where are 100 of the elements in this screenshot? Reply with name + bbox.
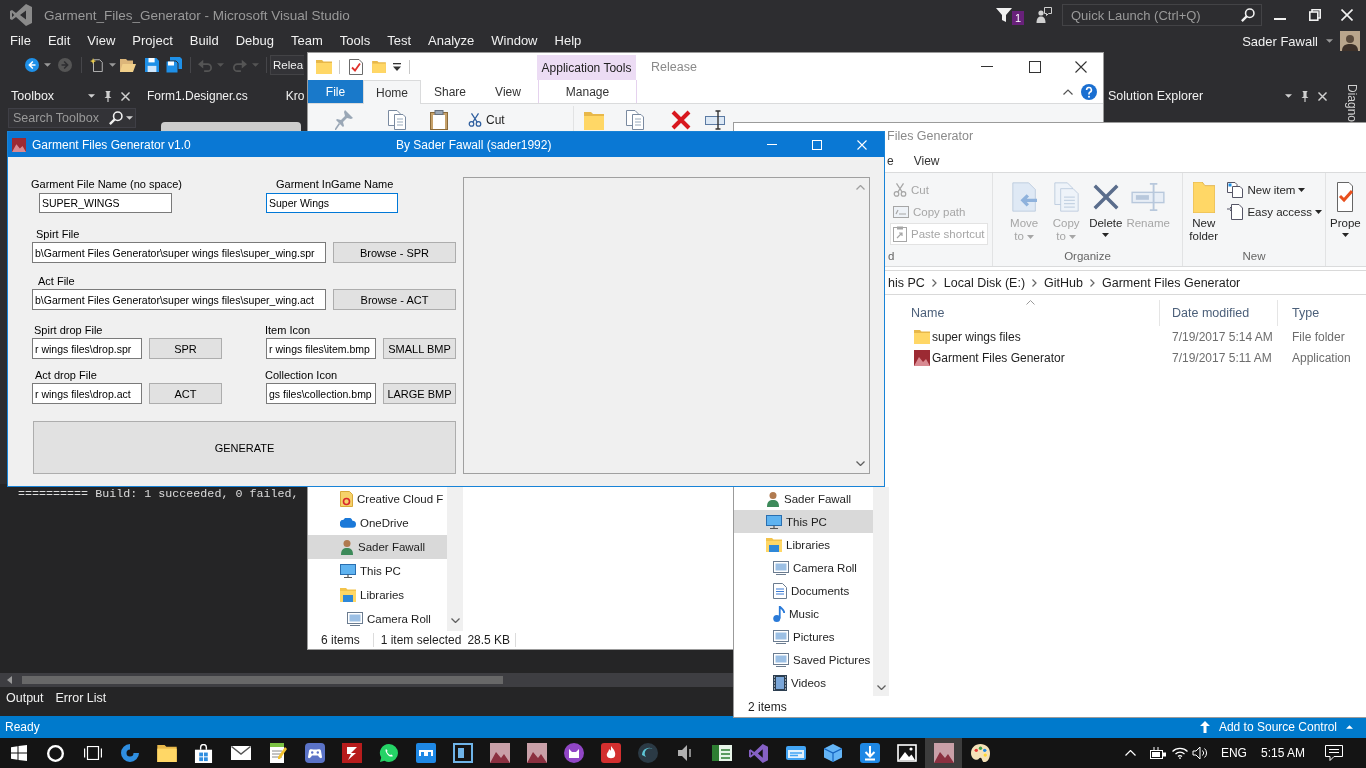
caret-down-icon[interactable] — [88, 94, 95, 98]
address-bar[interactable]: his PC Local Disk (E:) GitHub Garment Files Generator — [883, 270, 1366, 295]
nav-item[interactable]: Sader Fawall — [734, 487, 873, 510]
rename-field-icon[interactable] — [704, 110, 725, 130]
chevron-right-icon[interactable] — [1032, 278, 1038, 287]
search-field[interactable]: Search Toolbox — [8, 108, 136, 128]
cut-button[interactable]: Cut — [468, 110, 505, 130]
chevron-down-icon[interactable] — [450, 618, 460, 623]
source-control-button[interactable]: Add to Source Control — [1218, 720, 1337, 734]
speaker-icon[interactable] — [1191, 746, 1208, 760]
breadcrumb[interactable]: his PC — [883, 275, 929, 290]
text-field[interactable]: Super Wings — [266, 193, 398, 213]
nav-item[interactable]: Videos — [734, 671, 873, 694]
breadcrumb[interactable]: Garment Files Generator — [1098, 275, 1245, 290]
browse-button[interactable]: Browse - ACT — [333, 289, 456, 310]
menu-item[interactable]: Project — [123, 30, 182, 52]
column-header[interactable]: Date modified — [1159, 300, 1277, 326]
minimize-icon[interactable] — [766, 144, 777, 145]
open-folder-icon[interactable] — [120, 58, 136, 72]
ribbon-tab[interactable]: File — [308, 80, 363, 103]
properties-button[interactable]: Prope — [1328, 177, 1363, 237]
floppy-disks-icon[interactable] — [166, 57, 182, 73]
battery-plug-icon[interactable] — [1149, 747, 1166, 759]
nav-item[interactable]: Documents — [734, 579, 873, 602]
delete-button[interactable]: Delete — [1087, 177, 1125, 237]
account-name[interactable]: Sader Fawall — [1242, 33, 1318, 49]
up-arrow-icon[interactable] — [1199, 721, 1210, 733]
avatar-icon[interactable] — [1340, 31, 1360, 51]
horizontal-scrollbar[interactable] — [0, 673, 733, 687]
restore-icon[interactable] — [1309, 9, 1321, 21]
dropdown-icon[interactable] — [393, 62, 401, 71]
nav-item[interactable]: Libraries — [308, 583, 447, 607]
column-header[interactable]: Name — [889, 300, 1159, 326]
log-field[interactable] — [463, 177, 870, 474]
language-indicator[interactable]: ENG — [1220, 746, 1247, 760]
speech-bubble-icon[interactable] — [1325, 745, 1343, 761]
browse-button[interactable]: SMALL BMP — [383, 338, 456, 359]
browse-button[interactable]: Browse - SPR — [333, 242, 456, 263]
menu-item[interactable]: Edit — [39, 30, 79, 52]
ribbon-tab[interactable]: e — [883, 149, 898, 172]
ribbon-tab[interactable]: Share — [421, 80, 479, 103]
chevron-right-icon[interactable] — [931, 278, 937, 287]
configuration-dropdown[interactable]: Relea — [270, 55, 304, 75]
browse-button[interactable]: ACT — [149, 383, 222, 404]
clock[interactable]: 5:15 AM — [1260, 746, 1305, 760]
new-item-button[interactable]: New item — [1224, 179, 1325, 201]
document-tab[interactable]: Form1.Designer.cs — [141, 86, 248, 106]
caret-down-icon[interactable] — [44, 63, 51, 67]
ribbon-tab[interactable]: Home — [363, 80, 421, 104]
copy-pages-icon[interactable] — [625, 110, 644, 130]
file-path-field[interactable]: r wings files\drop.act — [32, 383, 142, 404]
browse-button[interactable]: LARGE BMP — [383, 383, 456, 404]
file-path-field[interactable]: gs files\collection.bmp — [266, 383, 376, 404]
wifi-icon[interactable] — [1171, 747, 1188, 759]
back-arrow-icon[interactable] — [25, 58, 39, 72]
nav-item[interactable]: Sader Fawall — [308, 535, 447, 559]
scrollbar-thumb[interactable] — [22, 676, 503, 684]
clipboard-icon[interactable] — [430, 110, 448, 130]
generate-button[interactable]: GENERATE — [33, 421, 456, 474]
notification-badge[interactable]: 1 — [1012, 11, 1024, 25]
browse-button[interactable]: SPR — [149, 338, 222, 359]
chevron-up-icon[interactable] — [1063, 88, 1073, 95]
caret-down-icon[interactable] — [109, 63, 116, 67]
ribbon-tab[interactable]: View — [479, 80, 537, 103]
ribbon-tab[interactable]: View — [897, 149, 956, 172]
scroll-left-icon[interactable] — [7, 676, 12, 684]
nav-item[interactable]: Music — [734, 602, 873, 625]
file-name[interactable]: Garment Files Generator — [932, 350, 1065, 365]
menu-item[interactable]: Test — [378, 30, 420, 52]
nav-item[interactable]: Pictures — [734, 625, 873, 648]
menu-item[interactable]: Analyze — [419, 30, 483, 52]
close-icon[interactable] — [1075, 60, 1087, 73]
nav-item[interactable]: Libraries — [734, 533, 873, 556]
pin-icon[interactable] — [1301, 90, 1309, 102]
breadcrumb[interactable]: GitHub — [1040, 275, 1087, 290]
nav-item[interactable]: Creative Cloud F — [308, 487, 447, 511]
file-path-field[interactable]: r wings files\item.bmp — [266, 338, 376, 359]
nav-item[interactable]: This PC — [308, 559, 447, 583]
nav-item[interactable]: Saved Pictures — [734, 648, 873, 671]
menu-item[interactable]: Tools — [331, 30, 379, 52]
column-header[interactable]: Type — [1277, 300, 1366, 326]
menu-item[interactable]: Build — [181, 30, 228, 52]
copy-pages-icon[interactable] — [388, 110, 406, 130]
caret-down-icon[interactable] — [1285, 94, 1292, 98]
chevron-down-icon[interactable] — [876, 685, 886, 690]
menu-item[interactable]: Team — [282, 30, 332, 52]
menu-item[interactable]: Window — [482, 30, 546, 52]
caret-down-icon[interactable] — [1326, 39, 1333, 43]
help-icon[interactable] — [1081, 83, 1097, 100]
file-path-field[interactable]: b\Garment Files Generator\super wings files\super_wing.act — [32, 289, 326, 310]
new-page-icon[interactable] — [90, 58, 104, 72]
breadcrumb[interactable]: Local Disk (E:) — [939, 275, 1030, 290]
caret-up-icon[interactable] — [1346, 725, 1353, 729]
chevron-right-icon[interactable] — [1090, 278, 1095, 287]
chevron-down-icon[interactable] — [856, 461, 865, 466]
panel-tab[interactable]: Output — [6, 687, 44, 705]
document-tab[interactable]: Kro — [279, 86, 305, 106]
page-check-icon[interactable] — [349, 58, 363, 75]
filter-icon[interactable] — [996, 7, 1012, 23]
menu-item[interactable]: File — [1, 30, 40, 52]
